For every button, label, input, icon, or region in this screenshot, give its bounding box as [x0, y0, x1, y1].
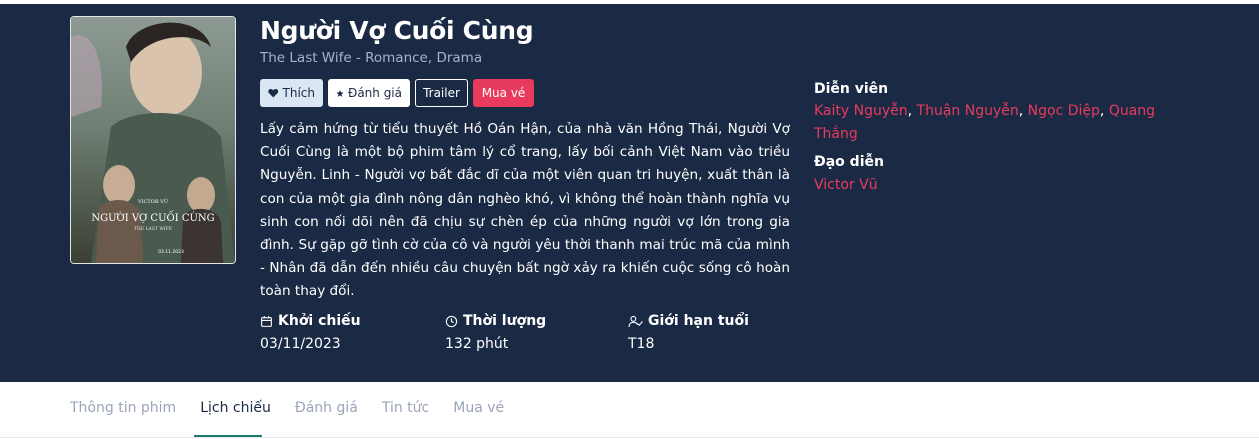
- cast-list: Kaity Nguyễn, Thuận Nguyễn, Ngọc Diệp, Q…: [814, 100, 1159, 146]
- director-label: Đạo diễn: [814, 154, 884, 170]
- duration-value: 132 phút: [445, 336, 509, 352]
- poster-subtitle: THE LAST WIFE: [134, 226, 172, 232]
- like-button[interactable]: Thích: [260, 79, 323, 107]
- star-icon: [336, 89, 344, 97]
- buy-ticket-button[interactable]: Mua vé: [473, 79, 534, 107]
- release-value: 03/11/2023: [260, 336, 341, 352]
- like-button-label: Thích: [282, 86, 315, 100]
- poster-director-credit: VICTOR VŨ: [137, 197, 168, 205]
- age-limit-value: T18: [628, 336, 655, 352]
- movie-description: Lấy cảm hứng từ tiểu thuyết Hồ Oán Hận, …: [260, 121, 790, 300]
- actor-link[interactable]: Ngọc Diệp: [1028, 103, 1100, 119]
- director-link[interactable]: Victor Vũ: [814, 177, 878, 193]
- clock-icon: [445, 315, 458, 327]
- calendar-icon: [261, 315, 272, 327]
- actor-separator: ,: [1018, 103, 1028, 119]
- tab-buy-ticket[interactable]: Mua vé: [453, 400, 504, 416]
- movie-tabs: Thông tin phim Lịch chiếu Đánh giá Tin t…: [70, 400, 528, 416]
- actor-link[interactable]: Thuận Nguyễn: [917, 103, 1019, 119]
- duration-block: Thời lượng 132 phút: [445, 313, 546, 352]
- age-limit-label: Giới hạn tuổi: [648, 313, 749, 329]
- poster-date: 03.11.2023: [158, 249, 184, 255]
- tabs-divider: [0, 437, 1259, 438]
- release-date-block: Khởi chiếu 03/11/2023: [260, 313, 361, 352]
- duration-label: Thời lượng: [463, 313, 547, 329]
- tab-reviews[interactable]: Đánh giá: [295, 400, 358, 416]
- user-check-icon: [628, 315, 643, 327]
- cast-label: Diễn viên: [814, 81, 889, 97]
- actor-separator: ,: [1099, 103, 1109, 119]
- rate-button[interactable]: Đánh giá: [328, 79, 410, 107]
- trailer-button[interactable]: Trailer: [415, 79, 468, 107]
- release-label: Khởi chiếu: [278, 313, 361, 329]
- tab-news[interactable]: Tin tức: [382, 400, 429, 416]
- age-limit-block: Giới hạn tuổi T18: [628, 313, 749, 352]
- trailer-button-label: Trailer: [423, 86, 460, 100]
- tab-movie-info[interactable]: Thông tin phim: [70, 400, 176, 416]
- action-buttons: Thích Đánh giá Trailer Mua vé: [260, 79, 534, 107]
- movie-title: Người Vợ Cuối Cùng: [260, 16, 534, 45]
- movie-subtitle: The Last Wife - Romance, Drama: [260, 50, 483, 66]
- rate-button-label: Đánh giá: [348, 86, 402, 100]
- buy-ticket-button-label: Mua vé: [481, 86, 526, 100]
- actor-link[interactable]: Kaity Nguyễn: [814, 103, 908, 119]
- actor-separator: ,: [907, 103, 917, 119]
- movie-poster: VICTOR VŨ NGƯỜI VỢ CUỐI CÙNG THE LAST WI…: [70, 16, 236, 264]
- movie-hero: VICTOR VŨ NGƯỜI VỢ CUỐI CÙNG THE LAST WI…: [0, 4, 1259, 382]
- tab-showtimes[interactable]: Lịch chiếu: [200, 400, 271, 416]
- poster-title: NGƯỜI VỢ CUỐI CÙNG: [91, 211, 214, 224]
- heart-icon: [268, 88, 279, 98]
